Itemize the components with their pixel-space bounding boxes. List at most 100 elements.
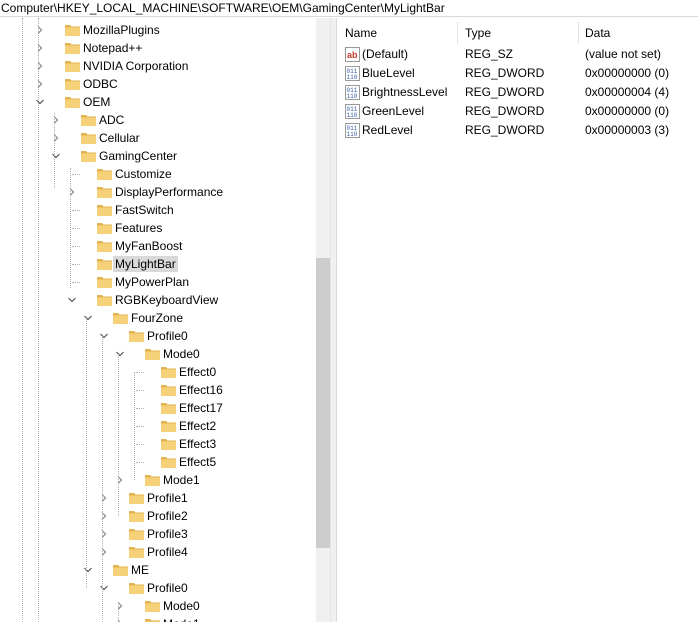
column-header-type[interactable]: Type [465, 18, 491, 48]
chevron-down-icon[interactable] [68, 296, 76, 304]
tree-node[interactable]: Effect17 [0, 399, 316, 417]
tree-node[interactable]: Effect2 [0, 417, 316, 435]
tree-guide-line [136, 372, 144, 373]
tree-node[interactable]: Mode0 [0, 345, 316, 363]
folder-icon [80, 112, 97, 128]
value-data: 0x00000000 (0) [585, 104, 670, 118]
tree-node[interactable]: ADC [0, 111, 316, 129]
tree-node[interactable]: DisplayPerformance [0, 183, 316, 201]
tree-node-label: Profile0 [147, 581, 188, 595]
tree-node-label: Effect17 [179, 401, 223, 415]
tree-node[interactable]: Features [0, 219, 316, 237]
value-data: 0x00000003 (3) [585, 123, 670, 137]
string-value-icon: ab [345, 47, 360, 62]
chevron-right-icon[interactable] [36, 80, 44, 88]
tree-node-label: ME [131, 563, 149, 577]
tree-node[interactable]: Effect5 [0, 453, 316, 471]
tree-node[interactable]: MyLightBar [0, 255, 316, 273]
tree-node[interactable]: FastSwitch [0, 201, 316, 219]
value-row[interactable]: 011 110 RedLevel REG_DWORD 0x00000003 (3) [337, 121, 698, 140]
tree-node[interactable]: Profile0 [0, 579, 316, 597]
chevron-right-icon[interactable] [36, 62, 44, 70]
folder-icon [64, 76, 81, 92]
chevron-right-icon[interactable] [36, 44, 44, 52]
value-type: REG_DWORD [465, 104, 545, 118]
folder-icon [80, 148, 97, 164]
value-name: BlueLevel [362, 66, 415, 80]
tree-node[interactable]: Notepad++ [0, 39, 316, 57]
tree-node[interactable]: Effect0 [0, 363, 316, 381]
tree-node[interactable]: MozillaPlugins [0, 21, 316, 39]
value-row[interactable]: ab (Default) REG_SZ (value not set) [337, 45, 698, 64]
tree-node[interactable]: NVIDIA Corporation [0, 57, 316, 75]
tree-node-label: Profile3 [147, 527, 188, 541]
folder-icon [144, 616, 161, 622]
values-pane[interactable]: Name Type Data ab (Default) REG_SZ (value n… [336, 18, 698, 622]
value-row[interactable]: 011 110 BrightnessLevel REG_DWORD 0x00000004… [337, 83, 698, 102]
tree-node[interactable]: Mode0 [0, 597, 316, 615]
tree-node-label: FourZone [131, 311, 184, 325]
tree-guide-line [136, 408, 144, 409]
tree-node-label: Effect0 [179, 365, 217, 379]
value-type: REG_DWORD [465, 123, 545, 137]
tree-scrollbar-thumb[interactable] [316, 258, 330, 548]
tree-node[interactable]: GamingCenter [0, 147, 316, 165]
tree-node[interactable]: FourZone [0, 309, 316, 327]
tree-node[interactable]: OEM [0, 93, 316, 111]
tree-node[interactable]: Profile0 [0, 327, 316, 345]
tree-node-label: ODBC [83, 77, 118, 91]
tree-node[interactable]: Mode1 [0, 471, 316, 489]
tree-guide-line [72, 282, 80, 283]
tree-node[interactable]: Effect16 [0, 381, 316, 399]
tree-node[interactable]: Profile1 [0, 489, 316, 507]
dword-value-icon: 011 110 [345, 66, 360, 81]
tree-node[interactable]: Customize [0, 165, 316, 183]
tree-guide-line [136, 462, 144, 463]
svg-text:110: 110 [347, 93, 358, 100]
tree-node[interactable]: RGBKeyboardView [0, 291, 316, 309]
key-tree[interactable]: MozillaPlugins Notepad++ NVIDIA Corporatio… [0, 18, 316, 622]
tree-guide-line [136, 444, 144, 445]
value-data: (value not set) [585, 47, 662, 61]
value-data: 0x00000000 (0) [585, 66, 670, 80]
chevron-right-icon[interactable] [36, 26, 44, 34]
tree-node[interactable]: MyPowerPlan [0, 273, 316, 291]
tree-node-label: Profile0 [147, 329, 188, 343]
svg-text:ab: ab [347, 50, 358, 60]
column-separator[interactable] [578, 22, 579, 44]
tree-node-label: Mode0 [163, 599, 200, 613]
value-data: 0x00000004 (4) [585, 85, 670, 99]
tree-node[interactable]: MyFanBoost [0, 237, 316, 255]
tree-node[interactable]: Profile3 [0, 525, 316, 543]
value-row[interactable]: 011 110 GreenLevel REG_DWORD 0x00000000 (0) [337, 102, 698, 121]
column-separator[interactable] [457, 22, 458, 44]
address-path: Computer\HKEY_LOCAL_MACHINE\SOFTWARE\OEM… [1, 1, 445, 15]
tree-node-label: FastSwitch [115, 203, 174, 217]
tree-node[interactable]: Effect3 [0, 435, 316, 453]
tree-guide-line [72, 210, 80, 211]
tree-node-label: OEM [83, 95, 111, 109]
column-header-data[interactable]: Data [585, 18, 610, 48]
folder-icon [128, 526, 145, 542]
folder-icon [96, 166, 113, 182]
tree-node[interactable]: ODBC [0, 75, 316, 93]
folder-icon [128, 544, 145, 560]
column-header-name[interactable]: Name [345, 18, 377, 48]
tree-guide-line [102, 336, 103, 606]
chevron-down-icon[interactable] [36, 98, 44, 106]
tree-guide-line [134, 372, 135, 480]
folder-icon [160, 418, 177, 434]
tree-node-label-selected: MyLightBar [113, 256, 178, 272]
tree-node[interactable]: ME [0, 561, 316, 579]
tree-node[interactable]: Mode1 [0, 615, 316, 622]
folder-icon [64, 58, 81, 74]
value-name: (Default) [362, 47, 409, 61]
tree-node[interactable]: Profile4 [0, 543, 316, 561]
address-bar[interactable]: Computer\HKEY_LOCAL_MACHINE\SOFTWARE\OEM… [0, 0, 698, 17]
tree-node[interactable]: Profile2 [0, 507, 316, 525]
value-type: REG_DWORD [465, 85, 545, 99]
tree-node[interactable]: Cellular [0, 129, 316, 147]
value-row[interactable]: 011 110 BlueLevel REG_DWORD 0x00000000 (0) [337, 64, 698, 83]
tree-node-label: Mode0 [163, 347, 200, 361]
tree-guide-line [54, 113, 55, 188]
